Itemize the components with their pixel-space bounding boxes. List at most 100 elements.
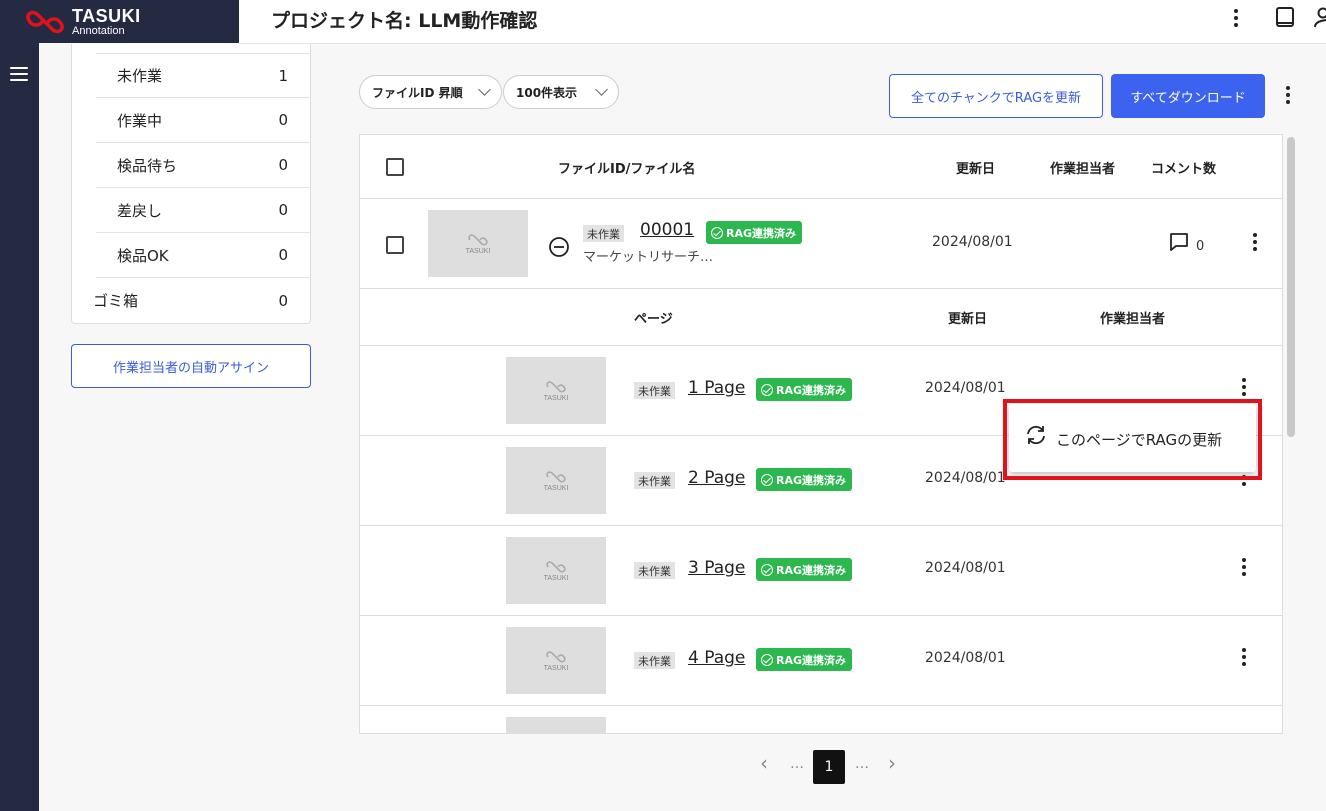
page-link[interactable]: 4 Page xyxy=(688,648,745,668)
file-name: マーケットリサーチ… xyxy=(583,250,714,265)
page-thumbnail[interactable]: TASUKI xyxy=(506,537,606,604)
file-row-checkbox[interactable] xyxy=(386,236,404,254)
book-icon[interactable] xyxy=(1275,6,1295,30)
rag-badge: RAG連携済み xyxy=(756,468,853,491)
status-label: 作業中 xyxy=(117,111,163,130)
page-row-kebab-icon[interactable] xyxy=(1239,648,1249,666)
toolbar-kebab-icon[interactable] xyxy=(1283,86,1293,104)
top-bar: プロジェクト名: LLM動作確認 xyxy=(239,0,1326,44)
pagination-next-button[interactable]: › xyxy=(888,751,896,775)
rag-badge-label: RAG連携済み xyxy=(776,473,847,487)
auto-assign-button[interactable]: 作業担当者の自動アサイン xyxy=(71,344,311,388)
page-updated-date: 2024/08/01 xyxy=(925,650,1006,666)
check-circle-icon xyxy=(761,473,773,486)
file-id-link[interactable]: 00001 xyxy=(640,220,694,240)
status-label: 検品OK xyxy=(117,246,169,265)
page-link[interactable]: 3 Page xyxy=(688,558,745,578)
status-label: 差戻し xyxy=(117,201,163,220)
page-title: プロジェクト名: LLM動作確認 xyxy=(271,10,538,32)
thumbnail-label: TASUKI xyxy=(543,664,569,672)
header-comments: コメント数 xyxy=(1151,162,1217,177)
sort-select[interactable]: ファイルID 昇順 xyxy=(359,75,502,109)
page-link[interactable]: 1 Page xyxy=(688,378,745,398)
page-thumbnail[interactable]: TASUKI xyxy=(506,447,606,514)
status-count: 1 xyxy=(278,66,288,85)
check-circle-icon xyxy=(761,653,773,666)
header-updated: 更新日 xyxy=(956,162,996,177)
status-count: 0 xyxy=(278,156,288,174)
thumbnail-logo-icon xyxy=(546,380,566,392)
pagination-prev-button[interactable]: ‹ xyxy=(760,751,768,775)
rag-badge-label: RAG連携済み xyxy=(726,226,797,240)
logo-text: TASUKI Annotation xyxy=(72,7,141,37)
page-row[interactable]: TASUKI 未作業 4 Page RAG連携済み 2024/08/01 xyxy=(360,616,1282,706)
page-row-kebab-icon[interactable] xyxy=(1239,558,1249,576)
file-thumbnail[interactable]: TASUKI xyxy=(428,210,528,277)
hamburger-menu-icon[interactable] xyxy=(10,67,28,81)
status-badge: 未作業 xyxy=(634,652,675,669)
comment-count: 0 xyxy=(1196,239,1205,254)
app-logo[interactable]: TASUKI Annotation xyxy=(0,0,239,43)
download-all-button[interactable]: すべてダウンロード xyxy=(1111,74,1265,118)
rag-badge: RAG連携済み xyxy=(756,558,853,581)
page-table-header: ページ 更新日 作業担当者 xyxy=(360,289,1282,346)
pagination-current-page[interactable]: 1 xyxy=(813,750,845,784)
thumbnail-logo-icon xyxy=(546,650,566,662)
logo-name: TASUKI xyxy=(72,5,141,26)
status-badge: 未作業 xyxy=(583,225,624,242)
status-filter-unworked[interactable]: 未作業 1 xyxy=(96,53,310,98)
rag-badge-label: RAG連携済み xyxy=(776,383,847,397)
page-row[interactable] xyxy=(360,706,1282,733)
per-page-select-label: 100件表示 xyxy=(516,85,578,100)
thumbnail-logo-icon xyxy=(546,470,566,482)
status-filter-returned[interactable]: 差戻し 0 xyxy=(96,188,310,233)
header-page-assignee: 作業担当者 xyxy=(1100,312,1166,327)
check-circle-icon xyxy=(761,563,773,576)
table-scrollbar[interactable] xyxy=(1287,137,1295,437)
status-badge: 未作業 xyxy=(634,382,675,399)
header-page: ページ xyxy=(634,312,673,327)
page-thumbnail[interactable] xyxy=(506,717,606,733)
user-icon[interactable] xyxy=(1314,7,1326,29)
status-count: 0 xyxy=(278,111,288,129)
status-filter-awaiting-review[interactable]: 検品待ち 0 xyxy=(96,143,310,188)
page-row[interactable]: TASUKI 未作業 3 Page RAG連携済み 2024/08/01 xyxy=(360,526,1282,616)
status-filter-trash[interactable]: ゴミ箱 0 xyxy=(72,278,310,323)
page-thumbnail[interactable]: TASUKI xyxy=(506,357,606,424)
page-thumbnail[interactable]: TASUKI xyxy=(506,627,606,694)
per-page-select[interactable]: 100件表示 xyxy=(503,75,619,109)
file-row[interactable]: TASUKI 未作業 00001 RAG連携済み マーケットリサーチ… 2024… xyxy=(360,199,1282,289)
header-file: ファイルID/ファイル名 xyxy=(558,162,696,177)
header-kebab-icon[interactable] xyxy=(1231,9,1241,27)
select-all-checkbox[interactable] xyxy=(386,158,404,176)
comment-icon[interactable] xyxy=(1168,231,1190,253)
rag-badge: RAG連携済み xyxy=(756,378,853,401)
collapse-minus-icon[interactable] xyxy=(548,236,570,258)
page-link[interactable]: 2 Page xyxy=(688,468,745,488)
rag-badge: RAG連携済み xyxy=(756,648,853,671)
pagination-ellipsis: … xyxy=(790,756,804,772)
menu-item-label: このページでRAGの更新 xyxy=(1056,431,1223,449)
file-row-kebab-icon[interactable] xyxy=(1250,233,1260,251)
left-rail xyxy=(0,43,39,811)
update-all-rag-button[interactable]: 全てのチャンクでRAGを更新 xyxy=(889,74,1103,118)
thumbnail-label: TASUKI xyxy=(543,484,569,492)
status-label: 未作業 xyxy=(117,67,163,85)
status-filter-review-ok[interactable]: 検品OK 0 xyxy=(96,233,310,278)
refresh-page-rag-menu-item[interactable]: このページでRAGの更新 xyxy=(1009,404,1256,472)
pagination-ellipsis: … xyxy=(855,756,869,772)
refresh-icon xyxy=(1027,425,1045,445)
chevron-down-icon xyxy=(595,83,608,96)
status-badge: 未作業 xyxy=(634,562,675,579)
status-filter-in-progress[interactable]: 作業中 0 xyxy=(96,98,310,143)
file-updated-date: 2024/08/01 xyxy=(932,234,1013,250)
status-label: 検品待ち xyxy=(117,156,178,175)
chevron-down-icon xyxy=(478,83,491,96)
thumbnail-label: TASUKI xyxy=(543,394,569,402)
thumbnail-label: TASUKI xyxy=(465,247,491,255)
status-badge: 未作業 xyxy=(634,472,675,489)
thumbnail-label: TASUKI xyxy=(543,574,569,582)
check-circle-icon xyxy=(761,383,773,396)
page-row-kebab-icon[interactable] xyxy=(1239,378,1249,396)
table-header: ファイルID/ファイル名 更新日 作業担当者 コメント数 xyxy=(360,135,1282,199)
